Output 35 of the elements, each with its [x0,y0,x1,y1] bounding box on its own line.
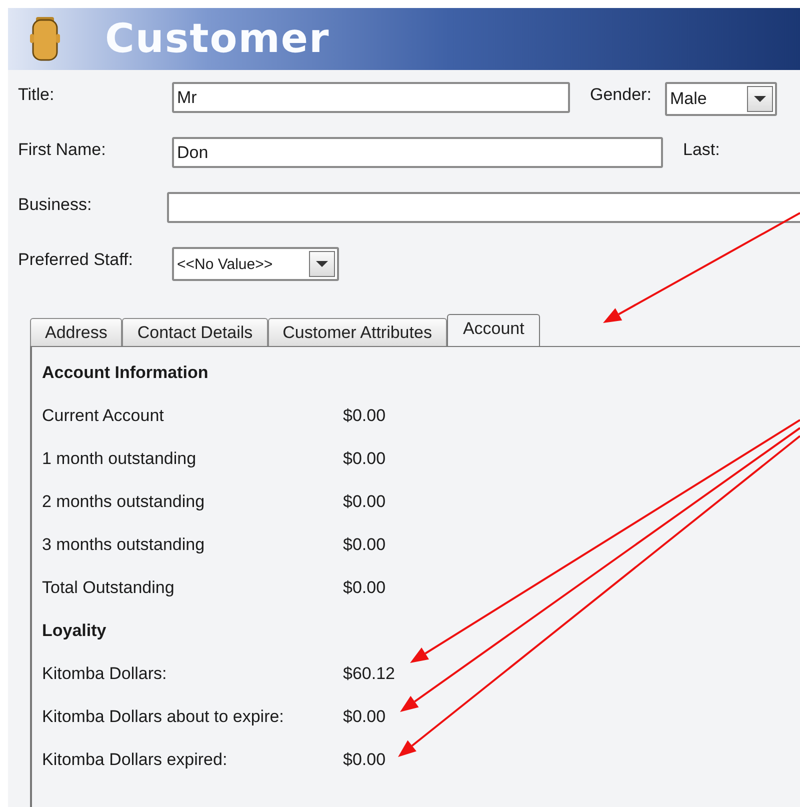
row-label: 3 months outstanding [42,534,206,554]
window-title: Customer [105,16,330,62]
row-value: $0.00 [343,492,386,512]
tab[interactable]: Address [30,318,122,346]
title-field[interactable]: Mr [172,82,570,113]
field-label: Title: [18,84,56,106]
field-label: Preferred Staff: [18,249,134,271]
section-heading: Loyality [42,620,106,640]
tab[interactable]: Account [446,314,540,346]
field-label: First Name: [18,139,107,161]
field-label: Business: [18,194,93,216]
row-label: 1 month outstanding [42,448,198,468]
row-value: $60.12 [343,664,395,684]
row-value: $0.00 [343,750,386,770]
row-label: Kitomba Dollars: [42,664,168,684]
row-value: $0.00 [343,448,386,468]
field-label: Gender: [590,84,652,106]
row-value: $0.00 [343,534,386,554]
row-label: Kitomba Dollars about to expire: [42,706,285,726]
row-value: $0.00 [343,578,386,598]
preferred-staff-dropdown[interactable]: <<No Value>> [172,247,339,281]
field-label: Last: [683,139,721,161]
section-heading: Account Information [42,362,208,382]
row-value: $0.00 [343,406,386,426]
tab[interactable]: Customer Attributes [268,318,447,346]
first-name-field[interactable]: Don [172,137,663,168]
row-label: 2 months outstanding [42,492,206,512]
tab[interactable]: Contact Details [122,318,268,346]
row-label: Total Outstanding [42,578,176,598]
row-value: $0.00 [343,706,386,726]
business-field[interactable] [167,192,800,223]
gender-dropdown[interactable]: Male [665,82,777,116]
face-icon [30,14,60,64]
row-label: Current Account [42,406,165,426]
row-label: Kitomba Dollars expired: [42,750,228,770]
